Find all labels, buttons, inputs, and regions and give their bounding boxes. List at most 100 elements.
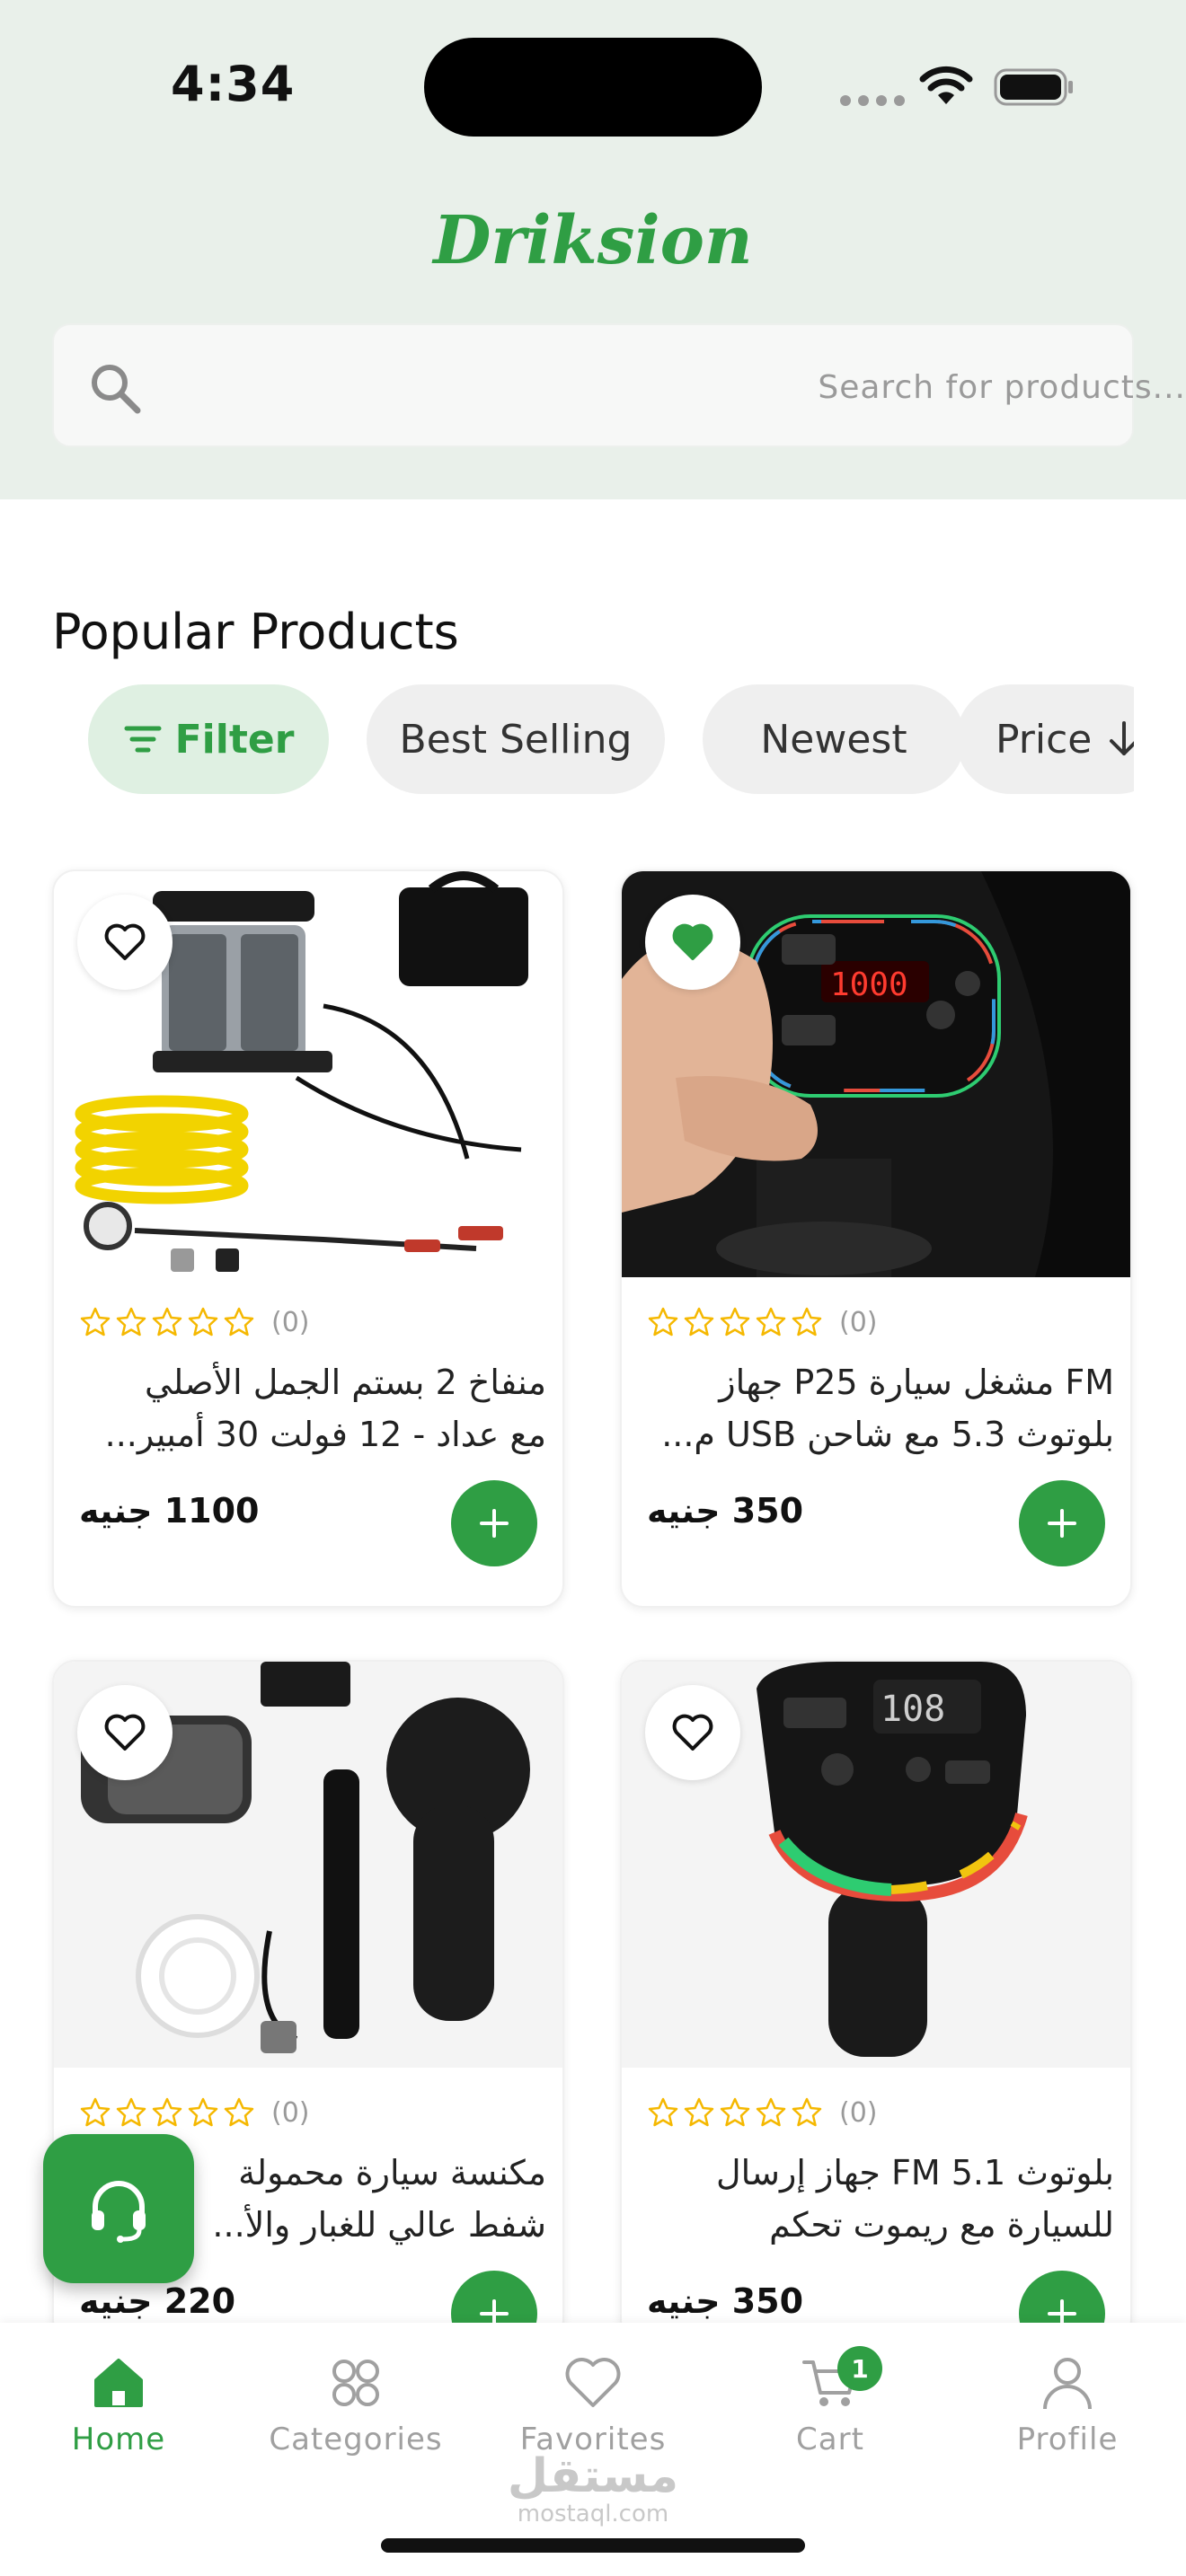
filter-icon bbox=[124, 726, 162, 753]
headset-icon bbox=[92, 2181, 146, 2243]
product-price: 1100 جنيه bbox=[79, 1491, 260, 1531]
nav-label: Profile bbox=[1016, 2422, 1119, 2457]
search-input[interactable] bbox=[171, 350, 1186, 424]
nav-label: Cart bbox=[796, 2422, 864, 2457]
brand-logo: Driksion bbox=[433, 202, 753, 279]
svg-text:108: 108 bbox=[881, 1689, 945, 1730]
product-name-line: مع عداد - 12 فولت 30 أمبير... bbox=[104, 1415, 546, 1454]
star-icon bbox=[80, 2097, 111, 2127]
status-time: 4:34 bbox=[171, 56, 296, 112]
star-icon bbox=[80, 1307, 111, 1337]
product-name-line: FM مشغل سيارة P25 جهاز bbox=[719, 1363, 1114, 1402]
star-icon bbox=[684, 1307, 714, 1337]
cart-badge: 1 bbox=[837, 2346, 882, 2391]
watermark-arabic: مستقل bbox=[507, 2449, 679, 2503]
favorite-button[interactable] bbox=[645, 1685, 740, 1780]
filter-label: Filter bbox=[174, 716, 295, 763]
home-icon bbox=[94, 2359, 143, 2407]
home-indicator bbox=[381, 2538, 805, 2553]
product-name: FM مشغل سيارة P25 جهاز بلوتوث 5.3 مع شاح… bbox=[647, 1356, 1114, 1460]
star-icon bbox=[792, 1307, 822, 1337]
heart-icon bbox=[565, 2358, 621, 2407]
search-icon bbox=[92, 365, 141, 414]
app-header: 4:34 Driksion bbox=[0, 0, 1186, 499]
star-icon bbox=[188, 2097, 218, 2127]
product-name: بلوتوث FM 5.1 جهاز إرسال للسيارة مع ريمو… bbox=[647, 2147, 1114, 2251]
watermark: مستقل mostaql.com bbox=[503, 2452, 683, 2527]
star-icon bbox=[756, 2097, 786, 2127]
star-icon bbox=[224, 2097, 254, 2127]
star-icon bbox=[684, 2097, 714, 2127]
add-to-cart-button[interactable] bbox=[1019, 1480, 1105, 1566]
product-name-line: للسيارة مع ريموت تحكم bbox=[769, 2205, 1114, 2245]
search-bar[interactable] bbox=[52, 323, 1186, 447]
rating-stars: (0) bbox=[79, 2096, 310, 2129]
svg-text:1000: 1000 bbox=[830, 966, 908, 1003]
product-name-line: بلوتوث 5.3 مع شاحن USB م... bbox=[661, 1415, 1114, 1454]
rating-count: (0) bbox=[839, 1306, 878, 1338]
rating-count: (0) bbox=[839, 2096, 878, 2129]
favorite-button[interactable] bbox=[77, 1685, 173, 1780]
chip-newest[interactable]: Newest bbox=[703, 684, 965, 794]
chip-label: Price bbox=[996, 716, 1093, 763]
plus-icon bbox=[1048, 1509, 1076, 1538]
rating-stars: (0) bbox=[79, 1306, 310, 1338]
star-icon bbox=[792, 2097, 822, 2127]
heart-outline-icon bbox=[104, 1714, 146, 1751]
nav-label: Categories bbox=[269, 2422, 443, 2457]
star-icon bbox=[648, 1307, 678, 1337]
star-icon bbox=[152, 2097, 182, 2127]
star-icon bbox=[224, 1307, 254, 1337]
cellular-signal-icon bbox=[840, 95, 905, 106]
arrow-down-icon bbox=[1110, 721, 1134, 755]
rating-count: (0) bbox=[271, 2096, 310, 2129]
nav-cart[interactable]: 1 Cart bbox=[731, 2346, 929, 2457]
section-title: Popular Products bbox=[52, 604, 459, 660]
add-to-cart-button[interactable] bbox=[451, 1480, 537, 1566]
nav-categories[interactable]: Categories bbox=[257, 2351, 455, 2457]
product-price: 350 جنيه bbox=[647, 2281, 804, 2321]
rating-stars: (0) bbox=[647, 1306, 878, 1338]
rating-stars: (0) bbox=[647, 2096, 878, 2129]
chip-price[interactable]: Price bbox=[956, 684, 1134, 794]
star-icon bbox=[648, 2097, 678, 2127]
plus-icon bbox=[480, 1509, 509, 1538]
star-icon bbox=[116, 1307, 146, 1337]
heart-filled-icon bbox=[672, 923, 713, 960]
chip-label: Best Selling bbox=[399, 716, 633, 763]
nav-profile[interactable]: Profile bbox=[969, 2351, 1166, 2457]
nav-label: Home bbox=[71, 2422, 166, 2457]
product-name-line: بلوتوث FM 5.1 جهاز إرسال bbox=[715, 2153, 1114, 2192]
filter-chips: Filter Best Selling Newest Price bbox=[0, 684, 1134, 796]
star-icon bbox=[720, 1307, 750, 1337]
favorite-button[interactable] bbox=[77, 895, 173, 990]
product-card[interactable]: 108 (0) بلوتوث FM 5.1 جهاز إرسال للسيارة… bbox=[620, 1660, 1132, 2342]
filter-button[interactable]: Filter bbox=[88, 684, 329, 794]
support-button[interactable] bbox=[43, 2134, 194, 2283]
wifi-icon bbox=[919, 66, 973, 104]
heart-outline-icon bbox=[672, 1714, 713, 1751]
product-price: 350 جنيه bbox=[647, 1491, 804, 1531]
profile-icon bbox=[1043, 2358, 1092, 2410]
chip-label: Newest bbox=[760, 716, 907, 763]
product-price: 220 جنيه bbox=[79, 2281, 236, 2321]
star-icon bbox=[756, 1307, 786, 1337]
star-icon bbox=[188, 1307, 218, 1337]
rating-count: (0) bbox=[271, 1306, 310, 1338]
star-icon bbox=[720, 2097, 750, 2127]
chip-best-selling[interactable]: Best Selling bbox=[367, 684, 665, 794]
product-name: منفاخ 2 بستم الجمل الأصلي مع عداد - 12 ف… bbox=[79, 1356, 546, 1460]
product-name-line: منفاخ 2 بستم الجمل الأصلي bbox=[144, 1363, 546, 1402]
dynamic-island bbox=[424, 38, 762, 137]
nav-favorites[interactable]: Favorites bbox=[494, 2351, 692, 2457]
star-icon bbox=[116, 2097, 146, 2127]
watermark-latin: mostaql.com bbox=[517, 2501, 669, 2527]
nav-home[interactable]: Home bbox=[20, 2351, 217, 2457]
favorite-button[interactable] bbox=[645, 895, 740, 990]
product-card[interactable]: (0) منفاخ 2 بستم الجمل الأصلي مع عداد - … bbox=[52, 869, 564, 1608]
heart-outline-icon bbox=[104, 923, 146, 960]
categories-icon bbox=[332, 2360, 379, 2406]
product-card[interactable]: 1000 (0) FM مشغل سيارة P25 جهاز بلوتوث 5… bbox=[620, 869, 1132, 1608]
star-icon bbox=[152, 1307, 182, 1337]
battery-icon bbox=[994, 68, 1073, 106]
